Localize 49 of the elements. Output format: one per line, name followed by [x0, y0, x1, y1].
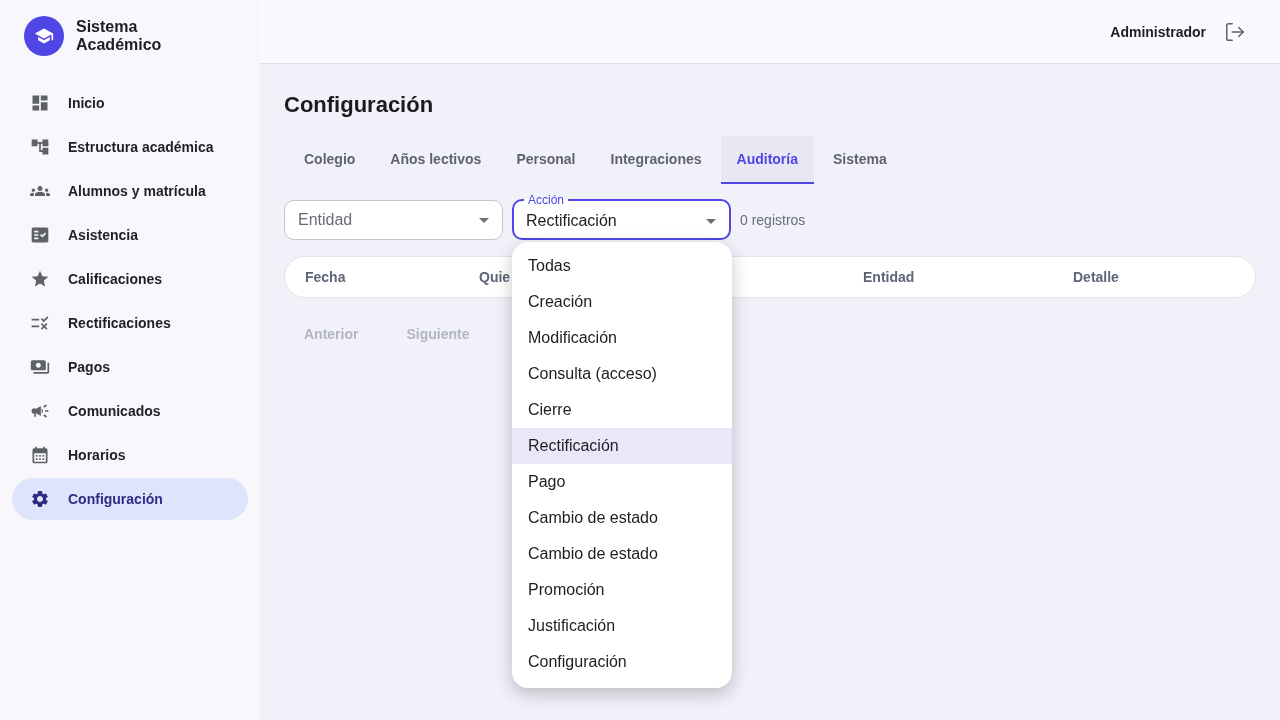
dropdown-option[interactable]: Configuración — [512, 644, 732, 680]
dropdown-option[interactable]: Cierre — [512, 392, 732, 428]
dropdown-option[interactable]: Modificación — [512, 320, 732, 356]
entity-select[interactable]: Entidad — [284, 200, 503, 240]
action-select[interactable]: Acción Rectificación — [512, 194, 731, 240]
nav-item[interactable]: Asistencia — [12, 214, 248, 256]
nav-item[interactable]: Horarios — [12, 434, 248, 476]
tab[interactable]: Integraciones — [594, 136, 718, 184]
caret-icon — [706, 218, 716, 224]
banknotes-icon — [30, 357, 50, 377]
dropdown-option[interactable]: Creación — [512, 284, 732, 320]
dropdown-option[interactable]: Consulta (acceso) — [512, 356, 732, 392]
column-header: Fecha — [305, 268, 346, 287]
logout-icon[interactable] — [1224, 20, 1246, 43]
dropdown-option[interactable]: Rectificación — [512, 428, 732, 464]
nav-item[interactable]: Alumnos y matrícula — [12, 170, 248, 212]
nav-item[interactable]: Configuración — [12, 478, 248, 520]
checklist-icon — [30, 225, 50, 245]
caret-icon — [479, 217, 489, 223]
dropdown-option[interactable]: Todas — [512, 248, 732, 284]
tab[interactable]: Sistema — [817, 136, 903, 184]
dropdown-option[interactable]: Cambio de estado — [512, 500, 732, 536]
tab[interactable]: Años lectivos — [374, 136, 498, 184]
dropdown-option[interactable]: Pago — [512, 464, 732, 500]
nav-item[interactable]: Inicio — [12, 82, 248, 124]
nav-item[interactable]: Comunicados — [12, 390, 248, 432]
record-count: 0 registros — [740, 211, 806, 230]
column-header: Entidad — [863, 268, 915, 287]
nav-item[interactable]: Estructura académica — [12, 126, 248, 168]
nav-item[interactable]: Calificaciones — [12, 258, 248, 300]
tab[interactable]: Personal — [500, 136, 592, 184]
nav-item[interactable]: Pagos — [12, 346, 248, 388]
calendar-icon — [30, 445, 50, 465]
column-header: Detalle — [1073, 268, 1119, 287]
column-header: Quie — [479, 268, 511, 287]
tab[interactable]: Auditoría — [720, 136, 814, 184]
tab[interactable]: Colegio — [288, 136, 372, 184]
star-icon — [30, 269, 50, 289]
hierarchy-icon — [30, 137, 50, 157]
user-name: Administrador — [1110, 22, 1206, 42]
settings-icon — [30, 489, 50, 509]
dropdown-option[interactable]: Cambio de estado — [512, 536, 732, 572]
dashboard-icon — [30, 93, 50, 113]
nav-item[interactable]: Rectificaciones — [12, 302, 248, 344]
dropdown-option[interactable]: Promoción — [512, 572, 732, 608]
page-title: Configuración — [284, 91, 435, 119]
dropdown-option[interactable]: Justificación — [512, 608, 732, 644]
app-title: Sistema Académico — [76, 18, 163, 54]
graduation-cap-icon — [24, 16, 64, 56]
